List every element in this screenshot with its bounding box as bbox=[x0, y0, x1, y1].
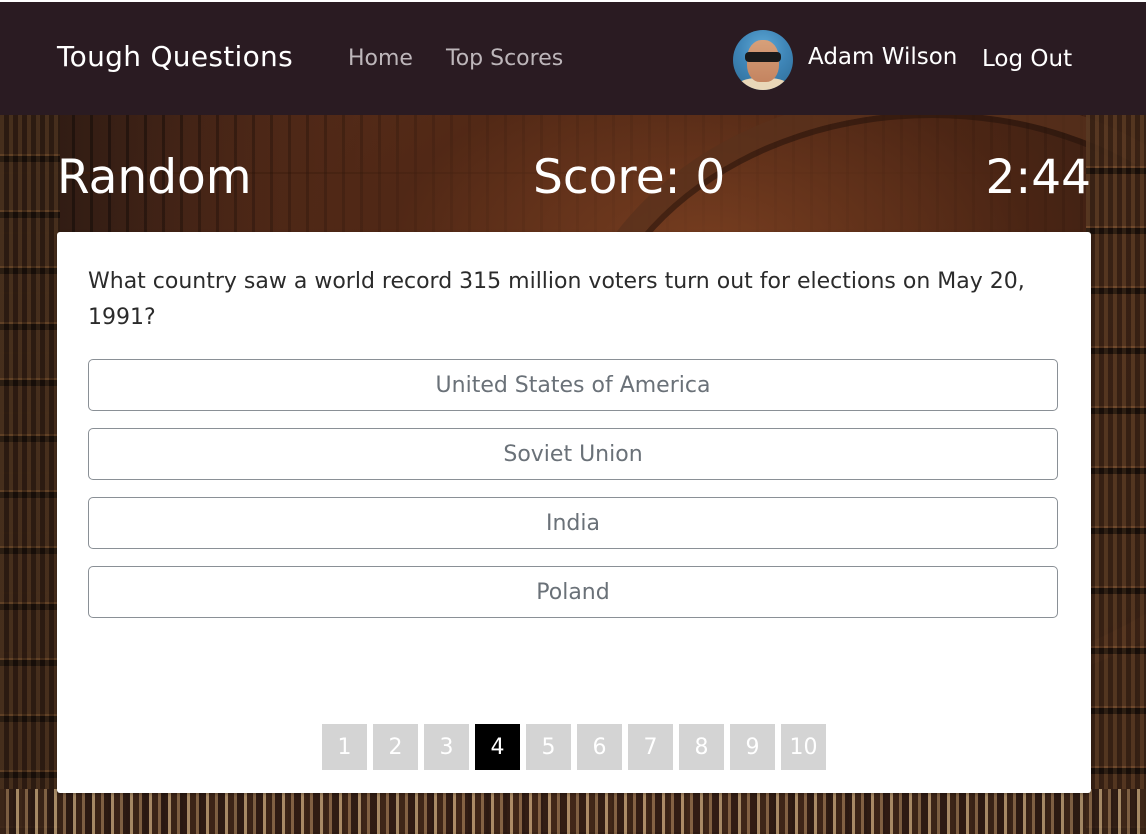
page-button-4[interactable]: 4 bbox=[475, 724, 520, 770]
right-bookshelf-decoration bbox=[1086, 115, 1146, 834]
page-button-3[interactable]: 3 bbox=[424, 724, 469, 770]
page-button-9[interactable]: 9 bbox=[730, 724, 775, 770]
category-title: Random bbox=[57, 150, 252, 205]
answer-option-2[interactable]: Soviet Union bbox=[88, 428, 1058, 480]
user-avatar[interactable] bbox=[733, 30, 793, 90]
nav-top-scores-link[interactable]: Top Scores bbox=[446, 46, 563, 71]
brand-link[interactable]: Tough Questions bbox=[57, 40, 293, 73]
nav-home-link[interactable]: Home bbox=[348, 46, 413, 71]
quiz-page: Tough Questions Home Top Scores Adam Wil… bbox=[0, 0, 1146, 834]
left-bookshelf-decoration bbox=[0, 115, 60, 834]
question-pagination: 1 2 3 4 5 6 7 8 9 10 bbox=[322, 724, 826, 770]
page-button-1[interactable]: 1 bbox=[322, 724, 367, 770]
page-button-2[interactable]: 2 bbox=[373, 724, 418, 770]
page-button-6[interactable]: 6 bbox=[577, 724, 622, 770]
logout-link[interactable]: Log Out bbox=[982, 46, 1072, 72]
question-card: What country saw a world record 315 mill… bbox=[57, 232, 1091, 793]
page-button-5[interactable]: 5 bbox=[526, 724, 571, 770]
avatar-sunglasses bbox=[745, 52, 781, 62]
answer-option-3[interactable]: India bbox=[88, 497, 1058, 549]
page-button-10[interactable]: 10 bbox=[781, 724, 826, 770]
score-display: Score: 0 bbox=[533, 150, 726, 205]
countdown-timer: 2:44 bbox=[985, 150, 1091, 205]
answer-option-4[interactable]: Poland bbox=[88, 566, 1058, 618]
bottom-bookshelf-decoration bbox=[0, 789, 1146, 834]
navbar: Tough Questions Home Top Scores Adam Wil… bbox=[0, 0, 1146, 115]
page-button-8[interactable]: 8 bbox=[679, 724, 724, 770]
page-button-7[interactable]: 7 bbox=[628, 724, 673, 770]
answer-option-1[interactable]: United States of America bbox=[88, 359, 1058, 411]
question-text: What country saw a world record 315 mill… bbox=[88, 269, 1025, 330]
user-name: Adam Wilson bbox=[808, 44, 958, 70]
